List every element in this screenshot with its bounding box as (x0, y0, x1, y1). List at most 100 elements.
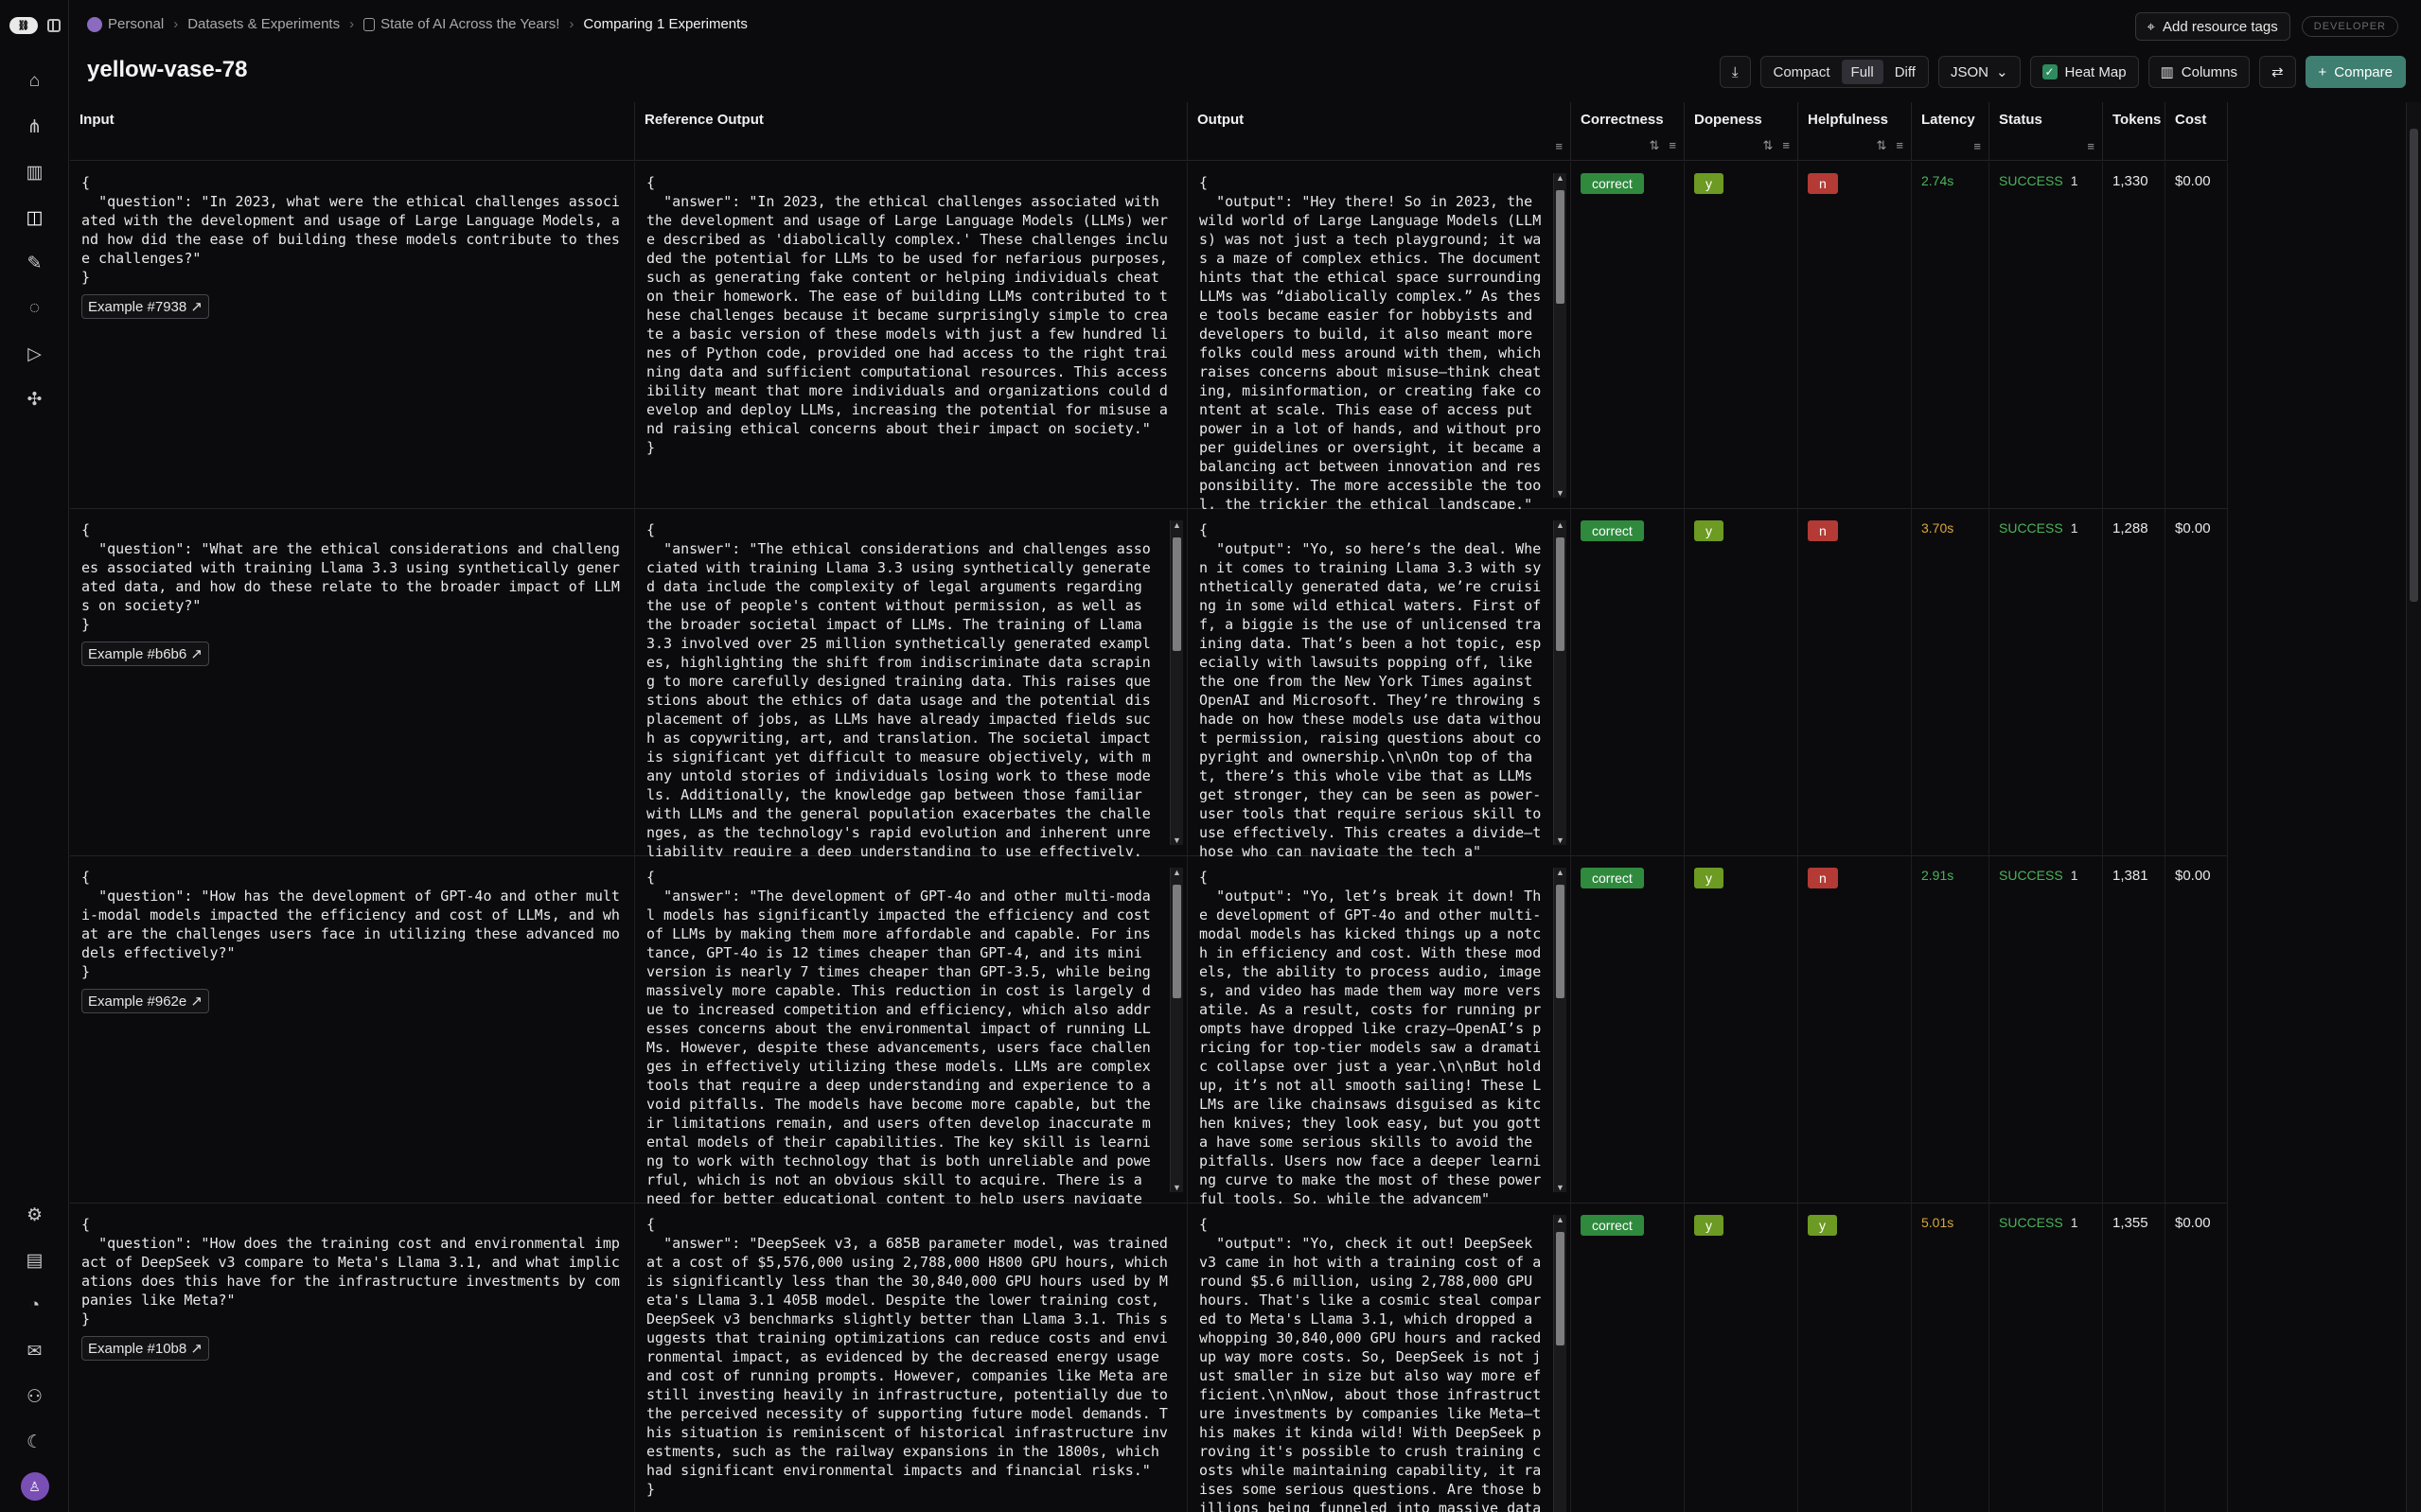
helpfulness-badge[interactable]: n (1808, 173, 1838, 194)
docs-icon[interactable]: ▤ (0, 1238, 69, 1283)
sort-icon[interactable]: ⇅ (1650, 138, 1660, 153)
scroll-up-icon[interactable]: ▲ (1554, 1215, 1566, 1224)
dopeness-badge[interactable]: y (1694, 1215, 1723, 1236)
correctness-badge[interactable]: correct (1581, 173, 1644, 194)
correctness-badge[interactable]: correct (1581, 1215, 1644, 1236)
scroll-thumb[interactable] (1556, 537, 1564, 651)
scroll-up-icon[interactable]: ▲ (1554, 868, 1566, 877)
correctness-badge[interactable]: correct (1581, 868, 1644, 888)
home-icon[interactable]: ⌂ (0, 59, 69, 104)
helpfulness-badge[interactable]: n (1808, 868, 1838, 888)
column-dopeness[interactable]: Dopeness ⇅ ≡ (1685, 102, 1798, 161)
theme-icon[interactable]: ☾ (0, 1419, 69, 1465)
diff-view-button[interactable]: Diff (1885, 60, 1925, 84)
dashboards-icon[interactable]: ▥ (0, 149, 69, 195)
latency-cell: 3.70s (1912, 509, 1989, 856)
breadcrumb-section[interactable]: Datasets & Experiments (187, 16, 340, 32)
scroll-down-icon[interactable]: ▼ (1554, 835, 1566, 845)
settings-icon[interactable]: ⚙ (0, 1192, 69, 1238)
scroll-down-icon[interactable]: ▼ (1171, 835, 1183, 845)
scroll-up-icon[interactable]: ▲ (1171, 520, 1183, 530)
prompts-icon[interactable]: ◌ (0, 286, 69, 331)
dopeness-badge[interactable]: y (1694, 173, 1723, 194)
dopeness-badge[interactable]: y (1694, 520, 1723, 541)
table-row[interactable]: { "question": "How does the training cos… (70, 1204, 2228, 1512)
sort-icon[interactable]: ⇅ (1763, 138, 1774, 153)
cell-scrollbar[interactable]: ▲▼ (1553, 173, 1566, 498)
tokens-cell: 1,288 (2103, 509, 2165, 856)
table-row[interactable]: { "question": "In 2023, what were the et… (70, 162, 2228, 509)
cost-cell: $0.00 (2165, 509, 2228, 856)
full-view-button[interactable]: Full (1841, 60, 1883, 84)
scroll-down-icon[interactable]: ▼ (1554, 1183, 1566, 1192)
scroll-up-icon[interactable]: ▲ (1554, 520, 1566, 530)
filter-icon[interactable]: ≡ (1782, 138, 1790, 153)
column-input[interactable]: Input (70, 102, 635, 161)
scroll-down-icon[interactable]: ▼ (1554, 488, 1566, 498)
table-row[interactable]: { "question": "What are the ethical cons… (70, 509, 2228, 856)
column-latency[interactable]: Latency ≡ (1912, 102, 1989, 161)
helpfulness-badge[interactable]: n (1808, 520, 1838, 541)
annotation-icon[interactable]: ✎ (0, 240, 69, 286)
playground-icon[interactable]: ▷ (0, 331, 69, 377)
cell-scrollbar[interactable]: ▲▼ (1553, 520, 1566, 845)
example-link[interactable]: Example #10b8 ↗ (81, 1336, 209, 1361)
filter-icon[interactable]: ≡ (1973, 139, 1981, 153)
dopeness-badge[interactable]: y (1694, 868, 1723, 888)
breadcrumb: Personal › Datasets & Experiments › Stat… (87, 16, 748, 33)
scroll-thumb[interactable] (1173, 537, 1181, 651)
column-helpfulness[interactable]: Helpfulness ⇅ ≡ (1798, 102, 1912, 161)
compare-button[interactable]: + Compare (2305, 56, 2406, 88)
breadcrumb-dataset[interactable]: State of AI Across the Years! (363, 16, 559, 32)
scroll-thumb[interactable] (1173, 885, 1181, 998)
example-link[interactable]: Example #962e ↗ (81, 989, 209, 1013)
cell-scrollbar[interactable]: ▲▼ (1553, 868, 1566, 1192)
filter-icon[interactable]: ≡ (1669, 138, 1676, 153)
table-row[interactable]: { "question": "How has the development o… (70, 856, 2228, 1204)
avatar[interactable]: ♙ (20, 1472, 49, 1501)
format-select[interactable]: JSON ⌄ (1937, 56, 2021, 88)
column-output[interactable]: Output ≡ (1188, 102, 1571, 161)
compact-view-button[interactable]: Compact (1764, 60, 1840, 84)
cell-scrollbar[interactable]: ▲▼ (1170, 520, 1183, 845)
column-correctness[interactable]: Correctness ⇅ ≡ (1571, 102, 1685, 161)
notifications-icon[interactable]: ◔ (0, 1283, 69, 1328)
scroll-thumb[interactable] (1556, 885, 1564, 998)
panel-toggle-icon[interactable] (47, 19, 61, 32)
scroll-down-icon[interactable]: ▼ (1171, 1183, 1183, 1192)
page-scrollbar[interactable] (2406, 102, 2421, 1512)
filter-icon[interactable]: ≡ (2087, 139, 2094, 153)
download-button[interactable]: ⤓ (1719, 56, 1751, 88)
status-badge: SUCCESS (1999, 868, 2063, 883)
column-tokens[interactable]: Tokens (2103, 102, 2165, 161)
filter-icon[interactable]: ≡ (1896, 138, 1903, 153)
logo[interactable]: ⛓ (9, 17, 38, 34)
deployments-icon[interactable]: ✣ (0, 377, 69, 422)
example-link[interactable]: Example #b6b6 ↗ (81, 642, 209, 666)
correctness-badge[interactable]: correct (1581, 520, 1644, 541)
scroll-thumb[interactable] (1556, 190, 1564, 304)
tracing-icon[interactable]: ⋔ (0, 104, 69, 149)
scroll-thumb[interactable] (1556, 1232, 1564, 1345)
helpfulness-badge[interactable]: y (1808, 1215, 1837, 1236)
add-user-icon[interactable]: ⚇ (0, 1374, 69, 1419)
column-status[interactable]: Status ≡ (1989, 102, 2103, 161)
heatmap-toggle[interactable]: ✓ Heat Map (2029, 56, 2139, 88)
filter-icon[interactable]: ≡ (1555, 139, 1563, 153)
datasets-icon[interactable]: ◫ (0, 195, 69, 240)
share-button[interactable]: ⇄ (2258, 56, 2296, 88)
sort-icon[interactable]: ⇅ (1877, 138, 1887, 153)
cell-scrollbar[interactable]: ▲▼ (1553, 1215, 1566, 1512)
example-link[interactable]: Example #7938 ↗ (81, 294, 209, 319)
columns-button[interactable]: ▥ Columns (2147, 56, 2250, 88)
column-reference-output[interactable]: Reference Output (635, 102, 1188, 161)
status-cell: SUCCESS 1 (1989, 509, 2103, 856)
scroll-up-icon[interactable]: ▲ (1171, 868, 1183, 877)
mail-icon[interactable]: ✉ (0, 1328, 69, 1374)
cell-scrollbar[interactable]: ▲▼ (1170, 868, 1183, 1192)
page-scroll-thumb[interactable] (2410, 129, 2418, 602)
column-cost[interactable]: Cost (2165, 102, 2228, 161)
breadcrumb-workspace[interactable]: Personal (87, 16, 164, 33)
scroll-up-icon[interactable]: ▲ (1554, 173, 1566, 183)
add-resource-tags-button[interactable]: ⌖ Add resource tags (2134, 12, 2290, 41)
